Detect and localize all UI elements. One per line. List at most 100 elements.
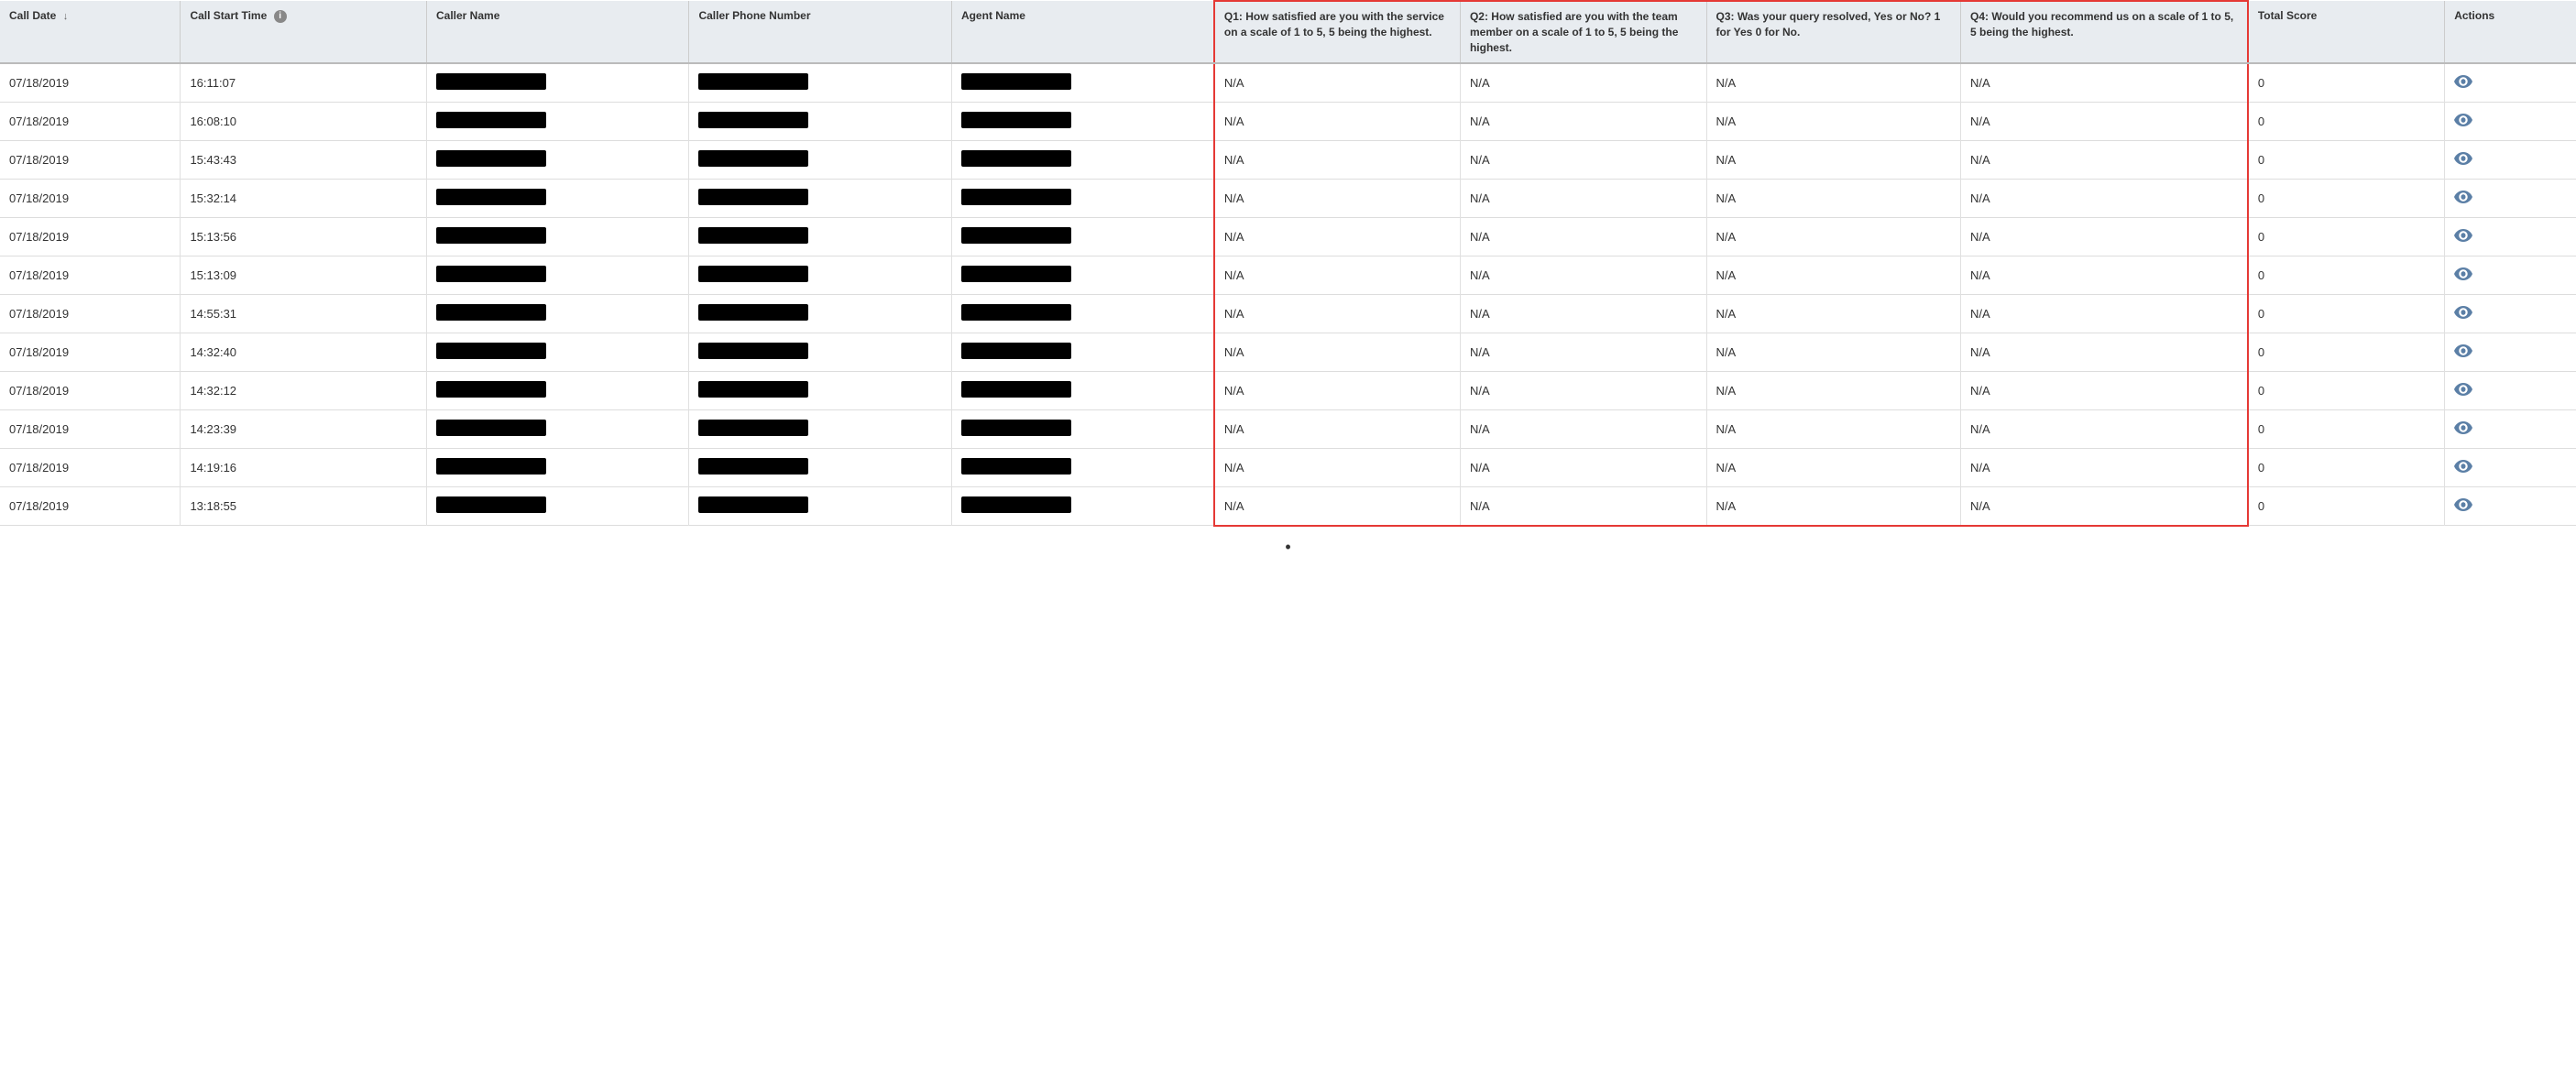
cell-q2: N/A bbox=[1460, 180, 1706, 218]
cell-q1: N/A bbox=[1214, 487, 1461, 526]
redacted-caller-name bbox=[436, 150, 546, 167]
cell-call-start: 14:23:39 bbox=[181, 410, 427, 449]
cell-caller-name bbox=[427, 410, 689, 449]
sort-desc-icon: ↓ bbox=[63, 10, 69, 24]
cell-actions bbox=[2445, 295, 2576, 333]
redacted-caller-phone bbox=[698, 420, 808, 436]
cell-total-score: 0 bbox=[2248, 410, 2445, 449]
cell-q2: N/A bbox=[1460, 487, 1706, 526]
cell-agent-name bbox=[951, 103, 1213, 141]
redacted-caller-phone bbox=[698, 381, 808, 398]
cell-actions bbox=[2445, 449, 2576, 487]
info-icon[interactable]: i bbox=[274, 10, 287, 23]
col-header-q4: Q4: Would you recommend us on a scale of… bbox=[1961, 1, 2248, 63]
redacted-caller-phone bbox=[698, 304, 808, 321]
cell-agent-name bbox=[951, 487, 1213, 526]
table-row: 07/18/201916:11:07N/AN/AN/AN/A0 bbox=[0, 63, 2576, 103]
cell-q1: N/A bbox=[1214, 372, 1461, 410]
cell-q3: N/A bbox=[1706, 372, 1961, 410]
redacted-caller-name bbox=[436, 266, 546, 282]
view-button[interactable] bbox=[2454, 421, 2472, 434]
cell-call-date: 07/18/2019 bbox=[0, 487, 181, 526]
col-header-agent-name: Agent Name bbox=[951, 1, 1213, 63]
view-button[interactable] bbox=[2454, 267, 2472, 280]
pagination-indicator: • bbox=[0, 527, 2576, 568]
view-button[interactable] bbox=[2454, 498, 2472, 511]
cell-agent-name bbox=[951, 63, 1213, 103]
redacted-agent-name bbox=[961, 266, 1071, 282]
cell-q3: N/A bbox=[1706, 410, 1961, 449]
table-row: 07/18/201915:43:43N/AN/AN/AN/A0 bbox=[0, 141, 2576, 180]
cell-caller-phone bbox=[689, 218, 951, 256]
cell-q4: N/A bbox=[1961, 63, 2248, 103]
redacted-caller-name bbox=[436, 73, 546, 90]
redacted-caller-name bbox=[436, 496, 546, 513]
redacted-caller-phone bbox=[698, 189, 808, 205]
redacted-caller-phone bbox=[698, 73, 808, 90]
view-button[interactable] bbox=[2454, 306, 2472, 319]
cell-call-date: 07/18/2019 bbox=[0, 180, 181, 218]
cell-actions bbox=[2445, 256, 2576, 295]
cell-agent-name bbox=[951, 295, 1213, 333]
cell-q4: N/A bbox=[1961, 333, 2248, 372]
view-button[interactable] bbox=[2454, 75, 2472, 88]
cell-call-date: 07/18/2019 bbox=[0, 103, 181, 141]
redacted-agent-name bbox=[961, 304, 1071, 321]
cell-call-start: 13:18:55 bbox=[181, 487, 427, 526]
cell-q3: N/A bbox=[1706, 63, 1961, 103]
cell-q2: N/A bbox=[1460, 333, 1706, 372]
view-button[interactable] bbox=[2454, 229, 2472, 242]
cell-q3: N/A bbox=[1706, 141, 1961, 180]
cell-caller-name bbox=[427, 295, 689, 333]
cell-q3: N/A bbox=[1706, 295, 1961, 333]
cell-call-date: 07/18/2019 bbox=[0, 449, 181, 487]
cell-agent-name bbox=[951, 372, 1213, 410]
table-row: 07/18/201915:32:14N/AN/AN/AN/A0 bbox=[0, 180, 2576, 218]
cell-actions bbox=[2445, 487, 2576, 526]
col-header-total-score: Total Score bbox=[2248, 1, 2445, 63]
view-button[interactable] bbox=[2454, 152, 2472, 165]
cell-q4: N/A bbox=[1961, 180, 2248, 218]
view-button[interactable] bbox=[2454, 114, 2472, 126]
cell-agent-name bbox=[951, 141, 1213, 180]
cell-caller-phone bbox=[689, 180, 951, 218]
cell-agent-name bbox=[951, 218, 1213, 256]
col-header-call-date[interactable]: Call Date ↓ bbox=[0, 1, 181, 63]
cell-actions bbox=[2445, 333, 2576, 372]
cell-q3: N/A bbox=[1706, 218, 1961, 256]
cell-q2: N/A bbox=[1460, 218, 1706, 256]
cell-q1: N/A bbox=[1214, 333, 1461, 372]
cell-actions bbox=[2445, 410, 2576, 449]
cell-caller-phone bbox=[689, 449, 951, 487]
redacted-caller-name bbox=[436, 420, 546, 436]
data-table: Call Date ↓ Call Start Time i Caller Nam… bbox=[0, 0, 2576, 527]
view-button[interactable] bbox=[2454, 460, 2472, 473]
cell-call-start: 16:11:07 bbox=[181, 63, 427, 103]
cell-call-start: 16:08:10 bbox=[181, 103, 427, 141]
cell-caller-name bbox=[427, 449, 689, 487]
redacted-agent-name bbox=[961, 112, 1071, 128]
table-row: 07/18/201915:13:09N/AN/AN/AN/A0 bbox=[0, 256, 2576, 295]
cell-agent-name bbox=[951, 410, 1213, 449]
col-header-call-start-time[interactable]: Call Start Time i bbox=[181, 1, 427, 63]
cell-call-start: 15:13:09 bbox=[181, 256, 427, 295]
cell-call-date: 07/18/2019 bbox=[0, 63, 181, 103]
view-button[interactable] bbox=[2454, 344, 2472, 357]
cell-q3: N/A bbox=[1706, 256, 1961, 295]
cell-q2: N/A bbox=[1460, 256, 1706, 295]
cell-actions bbox=[2445, 218, 2576, 256]
redacted-caller-phone bbox=[698, 150, 808, 167]
view-button[interactable] bbox=[2454, 383, 2472, 396]
cell-caller-phone bbox=[689, 103, 951, 141]
cell-total-score: 0 bbox=[2248, 333, 2445, 372]
cell-q4: N/A bbox=[1961, 295, 2248, 333]
cell-q1: N/A bbox=[1214, 410, 1461, 449]
cell-call-date: 07/18/2019 bbox=[0, 410, 181, 449]
cell-call-date: 07/18/2019 bbox=[0, 372, 181, 410]
cell-q2: N/A bbox=[1460, 63, 1706, 103]
view-button[interactable] bbox=[2454, 191, 2472, 203]
cell-caller-name bbox=[427, 141, 689, 180]
cell-total-score: 0 bbox=[2248, 103, 2445, 141]
cell-q1: N/A bbox=[1214, 103, 1461, 141]
cell-q3: N/A bbox=[1706, 103, 1961, 141]
